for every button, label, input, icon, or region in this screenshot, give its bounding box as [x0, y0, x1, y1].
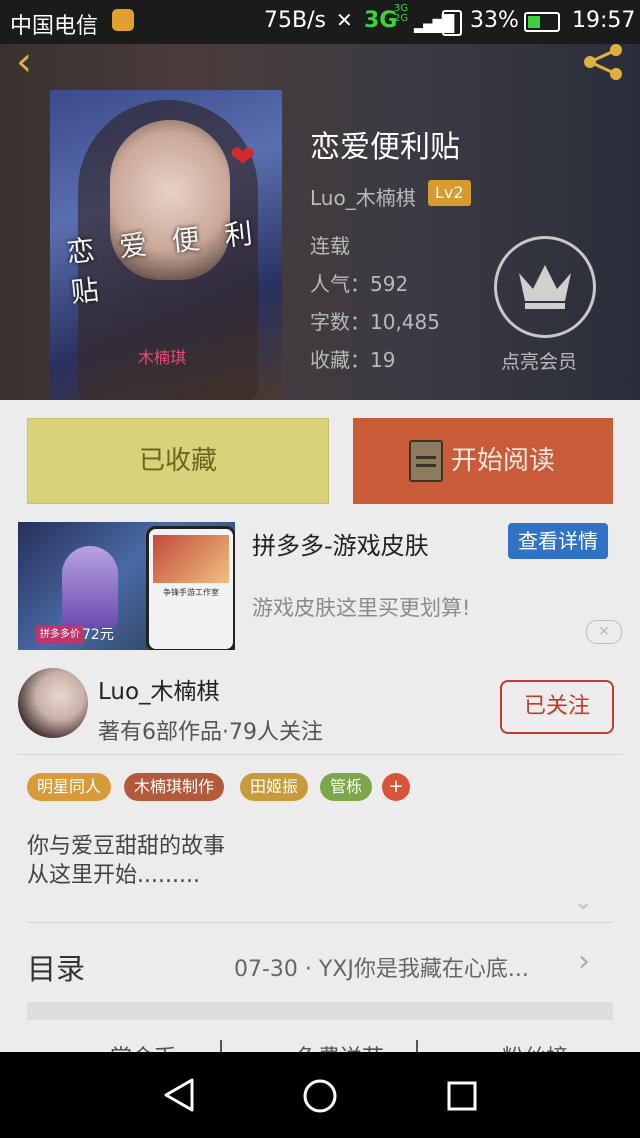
chevron-right-icon[interactable]: ›: [578, 944, 590, 979]
tag-0[interactable]: 明星同人: [27, 773, 112, 801]
book-title: 恋爱便利贴: [310, 130, 460, 165]
book-author[interactable]: Luo_木楠棋: [310, 182, 416, 211]
tag-3[interactable]: 管栎: [320, 773, 373, 801]
battery-percent: 33%: [470, 8, 519, 33]
heart-icon: ❤: [230, 140, 256, 175]
member-label: 点亮会员: [501, 351, 578, 373]
ad-description: 游戏皮肤这里买更划算!: [252, 596, 471, 620]
book-cover[interactable]: ❤ 恋 爱 便 利 贴 木楠琪: [50, 90, 282, 400]
book-status: 连载: [310, 234, 350, 258]
mute-icon: ✕: [336, 8, 353, 32]
book-icon: [409, 440, 443, 482]
ad-title[interactable]: 拼多多-游戏皮肤: [252, 526, 429, 561]
divider: [27, 922, 613, 923]
cover-author: 木楠琪: [138, 348, 187, 367]
ad-store-badge: 拼多多价: [36, 626, 84, 644]
book-popularity: 人气：592: [310, 272, 409, 296]
tab-separator: [220, 1040, 222, 1052]
clock: 19:57: [572, 8, 636, 33]
ad-character: [62, 546, 118, 628]
author-name[interactable]: Luo_木楠棋: [98, 672, 220, 706]
tag-2[interactable]: 田姬振: [240, 773, 309, 801]
synopsis-line-1: 你与爱豆甜甜的故事: [27, 834, 226, 859]
status-bar: 中国电信 75B/s ✕ 3G 3G 2G ▂▄▆█ 33% 19:57: [0, 0, 640, 44]
expand-chevron-icon[interactable]: ⌄: [574, 890, 592, 915]
carrier-label: 中国电信: [10, 14, 99, 39]
back-arrow-icon[interactable]: ‹: [16, 42, 56, 84]
book-word-count: 字数：10,485: [310, 310, 440, 334]
catalog-latest-chapter[interactable]: 07-30 · YXJ你是我藏在心底...: [234, 951, 580, 983]
ad-close-icon[interactable]: ✕: [586, 620, 622, 644]
catalog-label[interactable]: 目录: [27, 946, 85, 988]
divider: [18, 754, 622, 755]
add-tag-button[interactable]: +: [382, 773, 410, 801]
ad-price: 72元: [82, 627, 114, 643]
follow-button[interactable]: 已关注: [500, 680, 614, 734]
collected-button[interactable]: 已收藏: [27, 418, 329, 504]
network-speed: 75B/s: [264, 8, 326, 33]
recents-nav-icon[interactable]: [446, 1080, 478, 1112]
network-type: 3G: [364, 8, 398, 33]
ad-phone: 争锋手游工作室: [146, 526, 235, 650]
section-gap: [27, 1002, 613, 1020]
home-nav-icon[interactable]: [302, 1078, 338, 1114]
back-nav-icon[interactable]: [162, 1078, 196, 1112]
author-level-badge: Lv2: [428, 180, 471, 206]
sim-icon: [442, 10, 462, 36]
synopsis: 你与爱豆甜甜的故事 从这里开始.........: [27, 832, 225, 890]
ad-detail-button[interactable]: 查看详情: [508, 523, 608, 559]
start-reading-label: 开始阅读: [451, 446, 556, 476]
member-button[interactable]: [494, 236, 596, 338]
app-notification-icon: [112, 9, 134, 31]
book-favorites: 收藏：19: [310, 348, 396, 372]
synopsis-line-2: 从这里开始.........: [27, 863, 200, 888]
network-small: 3G 2G: [394, 3, 409, 24]
battery-icon: [524, 12, 560, 32]
author-stats: 著有6部作品·79人关注: [98, 720, 323, 745]
tag-1[interactable]: 木楠琪制作: [124, 773, 225, 801]
author-avatar[interactable]: [18, 668, 88, 738]
share-icon[interactable]: [582, 42, 628, 82]
tab-separator: [416, 1040, 418, 1052]
system-nav-bar: [0, 1052, 640, 1138]
crown-icon: [519, 265, 571, 309]
ad-image[interactable]: 争锋手游工作室 拼多多价 72元: [18, 522, 235, 650]
start-reading-button[interactable]: 开始阅读: [353, 418, 613, 504]
